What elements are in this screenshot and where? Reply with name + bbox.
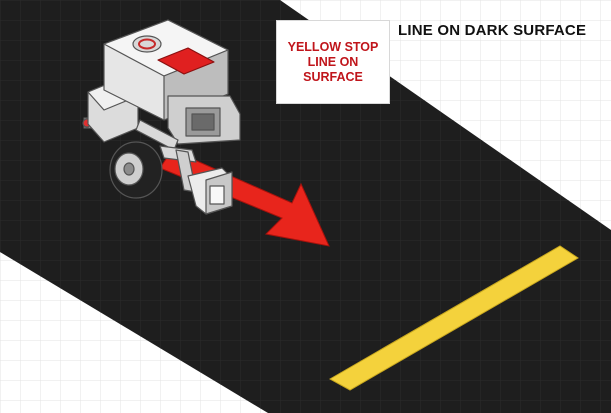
callout-box: YELLOW STOP LINE ON SURFACE <box>276 20 390 104</box>
callout-text: YELLOW STOP LINE ON SURFACE <box>287 39 379 84</box>
scene-heading: LINE ON DARK SURFACE <box>398 22 587 39</box>
